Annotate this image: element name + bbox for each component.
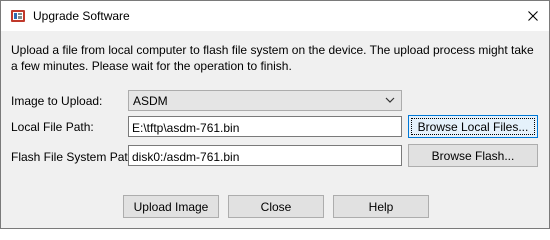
local-file-path-field[interactable] <box>128 116 402 137</box>
image-to-upload-label: Image to Upload: <box>11 94 103 108</box>
flash-file-system-path-label: Flash File System Path: <box>11 150 138 164</box>
dialog-body: Upload a file from local computer to fla… <box>1 31 549 228</box>
title-bar[interactable]: Upgrade Software <box>1 1 549 31</box>
local-file-path-label: Local File Path: <box>11 120 94 134</box>
upgrade-software-icon <box>10 8 26 24</box>
upload-image-button[interactable]: Upload Image <box>123 195 219 218</box>
upgrade-software-dialog: Upgrade Software Upload a file from loca… <box>0 0 550 229</box>
chevron-down-icon <box>385 97 395 103</box>
window-title: Upgrade Software <box>33 9 130 23</box>
help-button[interactable]: Help <box>333 195 429 218</box>
browse-local-files-button[interactable]: Browse Local Files... <box>408 115 538 138</box>
image-to-upload-select[interactable]: ASDM <box>128 90 402 111</box>
close-icon <box>528 11 538 21</box>
flash-file-system-path-field[interactable] <box>128 145 402 166</box>
close-window-button[interactable] <box>517 1 549 31</box>
close-button[interactable]: Close <box>228 195 324 218</box>
description-text: Upload a file from local computer to fla… <box>11 43 534 73</box>
image-to-upload-value: ASDM <box>133 94 168 108</box>
browse-flash-button[interactable]: Browse Flash... <box>408 144 538 167</box>
